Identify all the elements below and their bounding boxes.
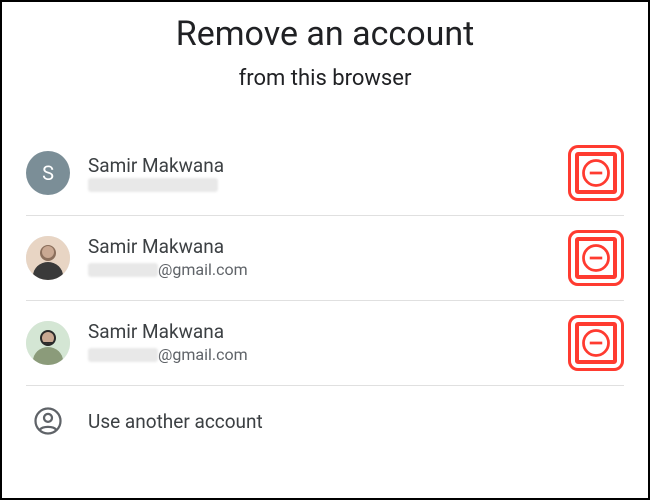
account-list: S Samir Makwana (2, 131, 648, 450)
account-email (88, 178, 550, 192)
use-another-account-label: Use another account (88, 410, 263, 433)
avatar-photo-icon (26, 321, 70, 365)
remove-circle-icon (581, 243, 611, 273)
person-outline-icon (26, 406, 70, 436)
account-info: Samir Makwana @gmail.com (88, 235, 550, 280)
remove-account-button[interactable] (568, 145, 624, 201)
account-name: Samir Makwana (88, 154, 550, 179)
account-email: @gmail.com (88, 345, 550, 366)
use-another-account-row[interactable]: Use another account (26, 386, 624, 450)
remove-account-panel: Remove an account from this browser S Sa… (2, 14, 648, 450)
page-subtitle: from this browser (2, 66, 648, 91)
avatar (26, 236, 70, 280)
account-email: @gmail.com (88, 260, 550, 281)
avatar: S (26, 151, 70, 195)
avatar (26, 321, 70, 365)
account-name: Samir Makwana (88, 320, 550, 345)
remove-account-button[interactable] (568, 315, 624, 371)
account-row[interactable]: Samir Makwana @gmail.com (26, 301, 624, 386)
account-info: Samir Makwana (88, 154, 550, 193)
remove-circle-icon (581, 158, 611, 188)
remove-circle-icon (581, 328, 611, 358)
account-info: Samir Makwana @gmail.com (88, 320, 550, 365)
account-row[interactable]: Samir Makwana @gmail.com (26, 216, 624, 301)
avatar-initial: S (42, 161, 54, 185)
page-title: Remove an account (2, 14, 648, 54)
account-row[interactable]: S Samir Makwana (26, 131, 624, 216)
account-name: Samir Makwana (88, 235, 550, 260)
avatar-photo-icon (26, 236, 70, 280)
remove-account-button[interactable] (568, 230, 624, 286)
